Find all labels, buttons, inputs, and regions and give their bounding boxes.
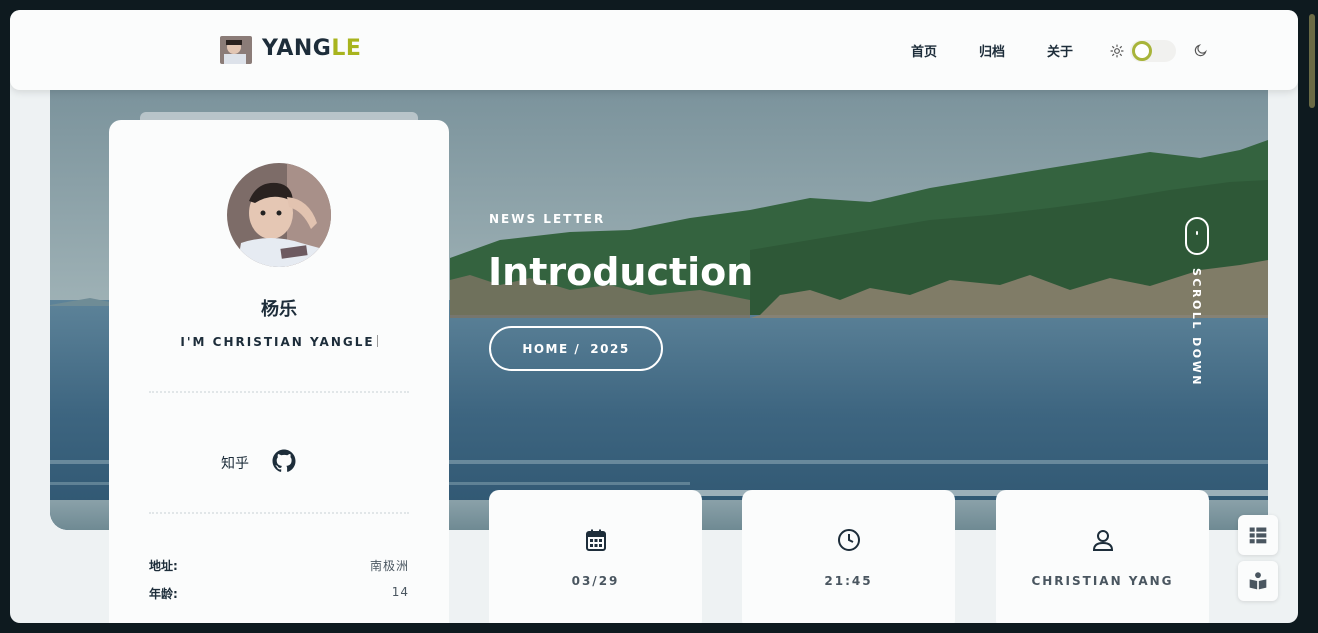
nav-home[interactable]: 首页: [911, 41, 937, 60]
clock-icon: [837, 529, 860, 551]
hero-title: Introduction: [488, 250, 754, 294]
info-key: 地址:: [149, 559, 178, 573]
site-logo[interactable]: YANGLE: [262, 36, 361, 61]
nav-about[interactable]: 关于: [1047, 41, 1073, 60]
stat-label: 03/29: [571, 574, 620, 588]
profile-name: 杨乐: [261, 299, 297, 320]
profile-tagline: I'M CHRISTIAN YANGLE: [109, 335, 449, 349]
scroll-down-label[interactable]: SCROLL DOWN: [1190, 268, 1203, 387]
logo-avatar[interactable]: [220, 36, 252, 64]
divider: [149, 391, 409, 393]
stat-card-time: 21:45: [742, 490, 955, 623]
calendar-icon: [585, 529, 606, 551]
profile-avatar: [227, 163, 331, 267]
info-key: 年龄:: [149, 587, 178, 601]
logo-main: YANG: [262, 36, 332, 61]
sun-gear-icon: [1110, 44, 1124, 58]
typing-caret: [376, 335, 378, 347]
site-header: YANGLE 首页 归档 关于: [10, 10, 1298, 90]
info-row-age: 年龄: 14: [149, 585, 409, 602]
table-list-icon: [1249, 527, 1267, 544]
info-value: 14: [391, 585, 409, 599]
stat-card-author: CHRISTIAN YANG: [996, 490, 1209, 623]
page-frame: NEWS LETTER Introduction HOME / 2025 SCR…: [10, 10, 1298, 623]
moon-icon: [1194, 44, 1207, 57]
logo-accent: LE: [331, 36, 362, 61]
theme-toggle[interactable]: [1110, 40, 1207, 62]
breadcrumb[interactable]: HOME / 2025: [489, 326, 663, 371]
profile-card: 杨乐 I'M CHRISTIAN YANGLE 知乎 地址: 南极洲 年龄: 1…: [109, 120, 449, 623]
breadcrumb-current: 2025: [590, 341, 630, 356]
info-row-address: 地址: 南极洲: [149, 557, 409, 574]
divider: [149, 512, 409, 514]
reading-mode-button[interactable]: [1238, 561, 1278, 601]
toggle-knob[interactable]: [1132, 41, 1152, 61]
nav-archive[interactable]: 归档: [979, 41, 1005, 60]
github-icon[interactable]: [272, 449, 296, 473]
breadcrumb-home[interactable]: HOME /: [522, 342, 580, 356]
info-value: 南极洲: [369, 559, 409, 573]
stat-label: 21:45: [824, 574, 873, 588]
book-reader-icon: [1249, 572, 1267, 590]
stat-label: CHRISTIAN YANG: [1031, 574, 1174, 588]
stat-card-date: 03/29: [489, 490, 702, 623]
hero-eyebrow: NEWS LETTER: [489, 212, 606, 226]
scroll-down-mouse-icon[interactable]: [1185, 217, 1209, 255]
zhihu-link[interactable]: 知乎: [221, 453, 249, 473]
profile-tagline-text: I'M CHRISTIAN YANGLE: [180, 335, 375, 349]
user-icon: [1092, 530, 1113, 551]
window-scrollbar[interactable]: [1309, 14, 1315, 108]
toc-button[interactable]: [1238, 515, 1278, 555]
